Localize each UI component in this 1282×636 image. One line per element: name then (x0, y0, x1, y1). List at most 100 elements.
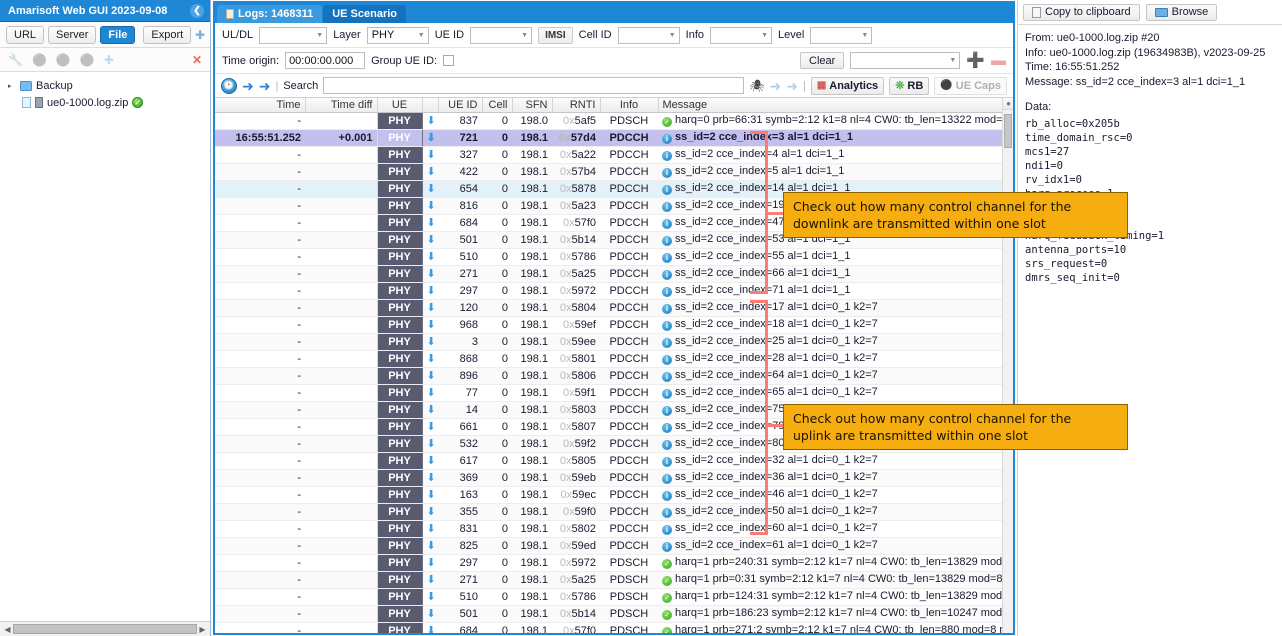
table-row[interactable]: - PHY⬇2970198.10x5972PDCCHiss_id=2 cce_in… (215, 282, 1013, 300)
table-row[interactable]: - PHY ⬇ 825 0 198.1 0x59ed PDCCH i ss_id=2 cce_in… (215, 537, 1013, 555)
cell-message: iss_id=2 cce_index=71 al=1 dci=1_1 (658, 282, 1013, 300)
check-circle-icon[interactable]: ⚫ (32, 54, 47, 66)
tree-item-log-zip[interactable]: ue0-1000.log.zip ✓ (4, 94, 206, 111)
rb-button[interactable]: ❊ RB (889, 76, 930, 95)
cell-info: PDCCH (600, 282, 658, 300)
cell-cell: 0 (482, 333, 512, 351)
scrollbar-thumb[interactable] (13, 624, 197, 634)
info-select[interactable]: ▼ (710, 26, 772, 44)
scroll-up-icon[interactable]: ● (1003, 98, 1013, 110)
tree-item-backup[interactable]: ▸ Backup (4, 77, 206, 94)
col-direction[interactable] (422, 98, 439, 113)
search-prev-icon[interactable]: ➜ (769, 79, 781, 93)
table-row[interactable]: - PHY ⬇ 422 0 198.1 0x57b4 PDCCH i ss_id=2 cce_in… (215, 163, 1013, 181)
minus-icon[interactable]: ▬ (991, 53, 1006, 68)
binoculars-icon[interactable]: 🕷 (749, 79, 764, 93)
table-row[interactable]: - PHY ⬇ 868 0 198.1 0x5801 PDCCH i ss_id=2 cce_in… (215, 350, 1013, 368)
layer-select[interactable]: PHY ▼ (366, 26, 429, 44)
col-time[interactable]: Time (215, 98, 306, 113)
table-row[interactable]: 16:55:51.252 +0.001 PHY ⬇ 721 0 198.1 0x57d4 PDC… (215, 129, 1013, 147)
table-row[interactable]: - PHY ⬇ 271 0 198.1 0x5a25 PDSCH ✓ harq=1 prb=0:3… (215, 571, 1013, 589)
table-row[interactable]: - PHY ⬇ 837 0 198.0 0x5af5 PDSCH ✓ harq=0 prb=66:… (215, 112, 1013, 130)
cellid-select[interactable]: ▼ (617, 26, 680, 44)
clock-icon[interactable]: 🕑 (221, 77, 237, 94)
table-row[interactable]: - PHY ⬇ 271 0 198.1 0x5a25 PDCCH i ss_id=2 cce_in… (215, 265, 1013, 283)
add-pin-icon[interactable]: ✚ (104, 54, 114, 66)
left-horizontal-scrollbar[interactable]: ◀ ▶ (0, 621, 210, 636)
export-button[interactable]: Export (143, 25, 192, 44)
status-ok-icon: ✓ (662, 576, 672, 586)
table-row[interactable]: - PHY ⬇ 3 0 198.1 0x59ee PDCCH i ss_id=2 cce_inde… (215, 333, 1013, 351)
table-row[interactable]: - PHY ⬇ 327 0 198.1 0x5a22 PDCCH i ss_id=2 cce_in… (215, 146, 1013, 164)
message-text: ss_id=2 cce_index=18 al=1 dci=0_1 k2=7 (675, 318, 878, 331)
table-row[interactable]: - PHY ⬇ 684 0 198.1 0x57f0 PDSCH ✓ harq=1 prb=271… (215, 622, 1013, 633)
uldl-select[interactable]: ▼ (259, 26, 328, 44)
pin-icon[interactable]: ✚ (195, 29, 205, 41)
preset-select[interactable]: ▼ (850, 52, 961, 69)
col-time-diff[interactable]: Time diff (305, 98, 378, 113)
table-row[interactable]: - PHY ⬇ 369 0 198.1 0x59eb PDCCH i ss_id=2 cce_in… (215, 469, 1013, 487)
message-text: ss_id=2 cce_index=4 al=1 dci=1_1 (675, 148, 845, 161)
col-sfn[interactable]: SFN (512, 98, 553, 113)
nav-forward-icon[interactable]: ➜ (259, 79, 271, 93)
table-row[interactable]: - PHY ⬇ 617 0 198.1 0x5805 PDCCH i ss_id=2 cce_in… (215, 452, 1013, 470)
cell-direction: ⬇ (422, 163, 438, 181)
tab-logs[interactable]: Logs: 1468311 (217, 5, 323, 23)
scroll-left-icon[interactable]: ◀ (2, 625, 13, 634)
table-row[interactable]: - PHY ⬇ 163 0 198.1 0x59ec PDCCH i ss_id=2 cce_in… (215, 486, 1013, 504)
log-vertical-scrollbar[interactable]: ● (1002, 98, 1013, 633)
ueid-select[interactable]: ▼ (470, 26, 533, 44)
level-select[interactable]: ▼ (810, 26, 873, 44)
copy-to-clipboard-button[interactable]: Copy to clipboard (1023, 3, 1140, 21)
browse-button[interactable]: Browse (1145, 3, 1218, 21)
file-button[interactable]: File (100, 25, 136, 44)
cell-sfn: 198.1 (512, 333, 552, 351)
table-row[interactable]: - PHY ⬇ 77 0 198.1 0x59f1 PDCCH i ss_id=2 cce_ind… (215, 384, 1013, 402)
nav-back-icon[interactable]: ➜ (242, 79, 254, 93)
refresh-icon[interactable]: ⚫ (56, 54, 71, 66)
table-row[interactable]: - PHY ⬇ 297 0 198.1 0x5972 PDSCH ✓ harq=1 prb=240… (215, 554, 1013, 572)
info-icon: i (662, 303, 672, 314)
cell-layer: PHY (377, 588, 423, 606)
table-row[interactable]: - PHY ⬇ 355 0 198.1 0x59f0 PDCCH i ss_id=2 cce_in… (215, 503, 1013, 521)
play-circle-icon[interactable]: ⚫ (80, 54, 95, 66)
col-info[interactable]: Info (600, 98, 659, 113)
scrollbar-thumb[interactable] (1004, 114, 1012, 148)
cell-rnti: 0x5786 (552, 588, 600, 606)
close-x-icon[interactable]: ✕ (192, 53, 202, 67)
table-row[interactable]: - PHY ⬇ 968 0 198.1 0x59ef PDCCH i ss_id=2 cce_in… (215, 316, 1013, 334)
analytics-button[interactable]: ▦ Analytics (810, 76, 885, 95)
status-ok-icon: ✓ (662, 117, 672, 127)
chevron-left-icon[interactable]: ❮ (190, 3, 204, 18)
col-ue[interactable]: UE (377, 98, 423, 113)
col-cell[interactable]: Cell (482, 98, 513, 113)
wrench-icon[interactable]: 🔧 (8, 54, 23, 66)
cell-time: - (215, 384, 305, 402)
server-button[interactable]: Server (48, 25, 97, 44)
time-origin-input[interactable] (285, 52, 366, 69)
cell-time: - (215, 350, 305, 368)
table-row[interactable]: - PHY ⬇ 120 0 198.1 0x5804 PDCCH i ss_id=2 cce_in… (215, 299, 1013, 317)
col-rnti[interactable]: RNTI (552, 98, 601, 113)
tab-ue-scenario[interactable]: UE Scenario (323, 5, 407, 23)
clear-button[interactable]: Clear (800, 52, 845, 69)
search-input[interactable] (323, 77, 745, 94)
group-ueid-checkbox[interactable] (443, 55, 455, 66)
col-message[interactable]: Message (658, 98, 1013, 113)
table-row[interactable]: - PHY ⬇ 510 0 198.1 0x5786 PDSCH ✓ harq=1 prb=124… (215, 588, 1013, 606)
search-next-icon[interactable]: ➜ (786, 79, 798, 93)
cell-direction: ⬇ (422, 282, 438, 300)
ue-caps-button[interactable]: ⚫ UE Caps (934, 76, 1007, 95)
table-row[interactable]: - PHY ⬇ 831 0 198.1 0x5802 PDCCH i ss_id=2 cce_in… (215, 520, 1013, 538)
cell-direction: ⬇ (422, 197, 438, 215)
url-button[interactable]: URL (6, 25, 45, 44)
chevron-right-icon[interactable]: ▸ (8, 82, 16, 90)
scroll-right-icon[interactable]: ▶ (197, 625, 208, 634)
col-ue-id[interactable]: UE ID (438, 98, 483, 113)
table-row[interactable]: - PHY ⬇ 896 0 198.1 0x5806 PDCCH i ss_id=2 cce_in… (215, 367, 1013, 385)
imsi-button[interactable]: IMSI (538, 26, 573, 44)
table-row[interactable]: - PHY ⬇ 501 0 198.1 0x5b14 PDSCH ✓ harq=1 prb=186… (215, 605, 1013, 623)
cell-cell: 0 (482, 214, 512, 232)
table-row[interactable]: - PHY ⬇ 510 0 198.1 0x5786 PDCCH i ss_id=2 cce_in… (215, 248, 1013, 266)
plus-icon[interactable]: ➕ (966, 53, 985, 68)
